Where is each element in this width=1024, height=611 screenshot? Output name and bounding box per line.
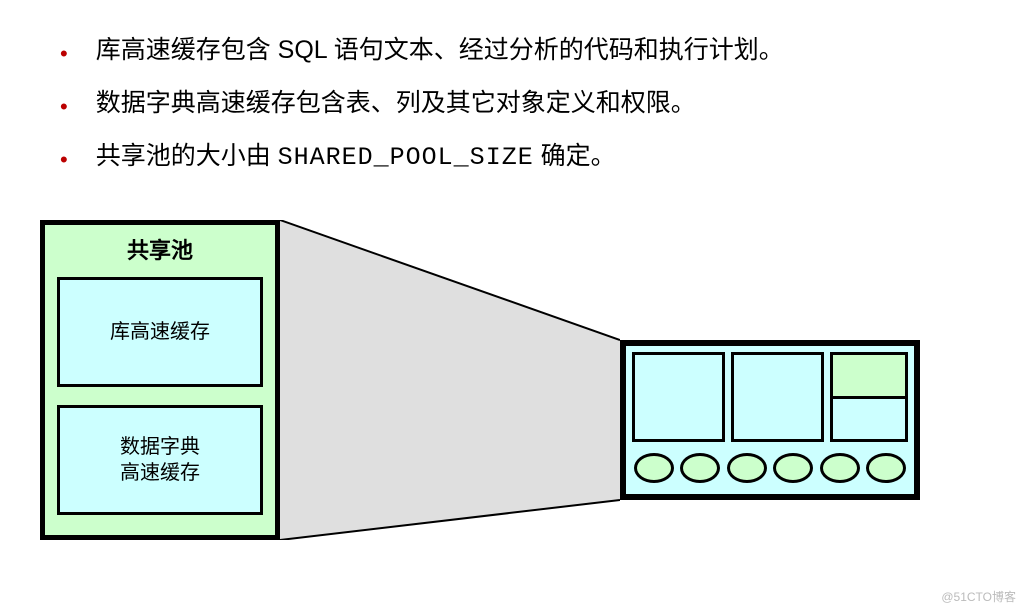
bullet-text: 库高速缓存包含 SQL 语句文本、经过分析的代码和执行计划。 — [96, 30, 784, 70]
bullet-list: • 库高速缓存包含 SQL 语句文本、经过分析的代码和执行计划。 • 数据字典高… — [0, 0, 1024, 210]
sga-box — [620, 340, 920, 500]
bullet-text: 共享池的大小由 SHARED_POOL_SIZE 确定。 — [96, 136, 616, 178]
sga-sub-box-1 — [632, 352, 725, 442]
bullet-dot: • — [60, 89, 68, 124]
sga-sub-box-3-bottom — [833, 399, 905, 440]
sga-oval — [634, 453, 674, 483]
sga-oval — [680, 453, 720, 483]
shared-pool-box: 共享池 库高速缓存 数据字典 高速缓存 — [40, 220, 280, 540]
library-cache-label: 库高速缓存 — [110, 319, 210, 345]
sga-sub-box-3-top — [833, 355, 905, 399]
sga-oval-row — [634, 448, 906, 488]
data-dict-cache-box: 数据字典 高速缓存 — [57, 405, 263, 515]
bullet-text-code: SHARED_POOL_SIZE — [278, 143, 534, 172]
shared-pool-title: 共享池 — [57, 233, 263, 265]
sga-oval — [820, 453, 860, 483]
bullet-item-3: • 共享池的大小由 SHARED_POOL_SIZE 确定。 — [60, 136, 964, 178]
data-dict-cache-label: 数据字典 高速缓存 — [120, 434, 200, 486]
bullet-text-post: 确定。 — [534, 142, 616, 170]
bullet-text: 数据字典高速缓存包含表、列及其它对象定义和权限。 — [96, 83, 696, 123]
sga-oval — [773, 453, 813, 483]
sga-oval — [866, 453, 906, 483]
bullet-text-pre: 共享池的大小由 — [96, 142, 278, 170]
sga-sub-box-2 — [731, 352, 824, 442]
sga-upper-row — [632, 352, 908, 442]
diagram-area: 共享池 库高速缓存 数据字典 高速缓存 — [0, 210, 1024, 570]
sga-oval — [727, 453, 767, 483]
sga-sub-box-3 — [830, 352, 908, 442]
projection-lines — [280, 220, 620, 540]
watermark: @51CTO博客 — [941, 588, 1016, 605]
bullet-item-1: • 库高速缓存包含 SQL 语句文本、经过分析的代码和执行计划。 — [60, 30, 964, 71]
bullet-dot: • — [60, 36, 68, 71]
bullet-item-2: • 数据字典高速缓存包含表、列及其它对象定义和权限。 — [60, 83, 964, 124]
library-cache-box: 库高速缓存 — [57, 277, 263, 387]
bullet-dot: • — [60, 142, 68, 177]
